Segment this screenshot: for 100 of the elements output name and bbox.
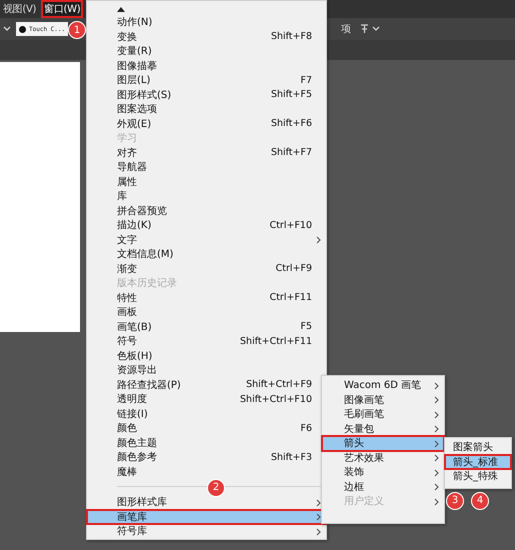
item-label: 画笔(B) (117, 320, 152, 334)
item-label: 变换 (117, 30, 137, 44)
shortcut-label: Shift+F3 (270, 452, 312, 463)
menu-item[interactable]: 图形样式(S) Shift+F5 (87, 88, 326, 102)
item-label: 箭头_标准 (453, 456, 498, 469)
item-label: 矢量包 (344, 422, 374, 436)
shortcut-label: Shift+Ctrl+F9 (246, 379, 312, 390)
menu-bar-item[interactable]: 窗口(W) (41, 0, 84, 18)
step-badge: 3 (446, 492, 464, 510)
menu-item[interactable]: 画板 (87, 305, 326, 320)
menu-item[interactable]: 艺术效果 (322, 450, 444, 465)
menu-item[interactable]: 边框 (322, 480, 444, 494)
item-label: 魔棒 (117, 466, 137, 479)
scroll-up-icon[interactable] (117, 7, 125, 12)
shortcut-label: F6 (300, 422, 312, 434)
item-label: 艺术效果 (344, 452, 384, 465)
item-label: 学习 (117, 132, 137, 146)
item-label: 箭头_特殊 (453, 470, 498, 484)
item-label: 透明度 (117, 392, 147, 406)
item-label: 导航器 (117, 160, 147, 174)
item-label: 图形样式库 (117, 496, 167, 510)
menu-item[interactable]: 箭头 (322, 436, 444, 450)
menu-bar-item[interactable]: 视图(V) (0, 0, 40, 18)
caret-icon[interactable] (3, 26, 11, 32)
shortcut-label: Ctrl+F10 (270, 220, 312, 231)
item-label: 拼合器预览 (117, 204, 167, 218)
shortcut-label: Ctrl+F11 (270, 292, 312, 304)
item-label: 外观(E) (117, 118, 152, 131)
shortcut-label: Shift+F8 (270, 31, 312, 42)
brush-dot-icon (19, 26, 26, 32)
shortcut-label: Ctrl+F9 (276, 263, 312, 274)
menu-item[interactable]: 箭头_标准 (445, 454, 511, 469)
menu-item[interactable]: 画笔(B) F5 (87, 320, 326, 334)
menu-item[interactable]: 拼合器预览 (87, 204, 326, 218)
menu-item[interactable]: 图像画笔 (322, 392, 444, 407)
item-label: 图层(L) (117, 74, 150, 88)
item-label: 链接(I) (117, 408, 148, 421)
menu-item[interactable]: 渐变 Ctrl+F9 (87, 262, 326, 276)
menu-item[interactable]: 文字 (87, 232, 326, 247)
item-label: 描边(K) (117, 218, 152, 232)
menu-item[interactable]: 文档信息(M) (87, 247, 326, 262)
step-badge: 4 (471, 492, 489, 510)
item-label: 资源导出 (117, 364, 157, 378)
menu-item[interactable]: 图层(L) F7 (87, 73, 326, 88)
item-label: 色板(H) (117, 350, 152, 363)
menu-item[interactable]: 符号 Shift+Ctrl+F11 (87, 334, 326, 348)
menu-item[interactable]: 特性 Ctrl+F11 (87, 290, 326, 305)
item-label: 装饰 (344, 466, 364, 480)
item-label: 箭头 (344, 436, 364, 450)
menu-item[interactable]: 变量(R) (87, 44, 326, 58)
item-label: 变量(R) (117, 44, 152, 58)
menu-item[interactable]: 描边(K) Ctrl+F10 (87, 218, 326, 232)
shortcut-label: Shift+F5 (270, 89, 312, 100)
shortcut-label: Shift+Ctrl+F10 (240, 394, 312, 405)
item-label: 渐变 (117, 262, 137, 276)
menu-item[interactable]: 变换 Shift+F8 (87, 30, 326, 44)
menu-item[interactable]: 外观(E) Shift+F6 (87, 116, 326, 131)
menu-item[interactable]: 资源导出 (87, 363, 326, 378)
menu-item[interactable]: 矢量包 (322, 422, 444, 436)
item-label: Wacom 6D 画笔 (344, 379, 422, 392)
item-label: 符号 (117, 335, 137, 348)
menu-item[interactable]: 属性 (87, 174, 326, 189)
item-label: 图案箭头 (453, 440, 493, 454)
shortcut-label: F5 (300, 321, 312, 332)
menu-item[interactable]: 导航器 (87, 160, 326, 174)
menu-item[interactable]: 图案选项 (87, 102, 326, 116)
menu-item[interactable]: 装饰 (322, 465, 444, 480)
item-label: 文档信息(M) (117, 248, 174, 262)
menu-item[interactable]: 对齐 Shift+F7 (87, 146, 326, 160)
shortcut-label: Shift+F6 (270, 118, 312, 130)
menu-item[interactable]: 动作(N) (87, 15, 326, 30)
item-label: 图像画笔 (344, 394, 384, 407)
shortcut-label: Shift+F7 (270, 147, 312, 158)
item-label: 对齐 (117, 146, 137, 160)
shortcut-label: Shift+Ctrl+F11 (240, 336, 312, 347)
item-label: 边框 (344, 480, 364, 494)
menu-item[interactable]: 色板(H) (87, 348, 326, 363)
options-button[interactable]: 项 (341, 22, 352, 36)
menu-item[interactable]: Wacom 6D 画笔 (322, 378, 444, 392)
menu-item[interactable]: 符号库 (87, 524, 326, 538)
menu-item[interactable]: 库 (87, 189, 326, 204)
item-label: 库 (117, 190, 127, 204)
item-label: 画笔库 (117, 510, 147, 524)
item-label: 用户定义 (344, 494, 384, 508)
item-label: 特性 (117, 292, 137, 305)
item-label: 图案选项 (117, 102, 157, 116)
pin-icon[interactable] (359, 23, 382, 35)
item-label: 符号库 (117, 524, 147, 538)
menu-item[interactable]: 图案箭头 (445, 440, 511, 454)
menu-item[interactable]: 图像描摹 (87, 58, 326, 73)
item-label: 图像描摹 (117, 60, 157, 73)
item-label: 属性 (117, 176, 137, 189)
item-label: 毛刷画笔 (344, 408, 384, 422)
item-label: 版本历史记录 (117, 276, 177, 290)
item-label: 颜色参考 (117, 450, 157, 464)
shortcut-label: F7 (300, 74, 312, 86)
item-label: 图形样式(S) (117, 88, 172, 102)
item-label: 动作(N) (117, 16, 152, 30)
menu-item[interactable]: 毛刷画笔 (322, 407, 444, 422)
menu-item[interactable]: 箭头_特殊 (445, 469, 511, 484)
